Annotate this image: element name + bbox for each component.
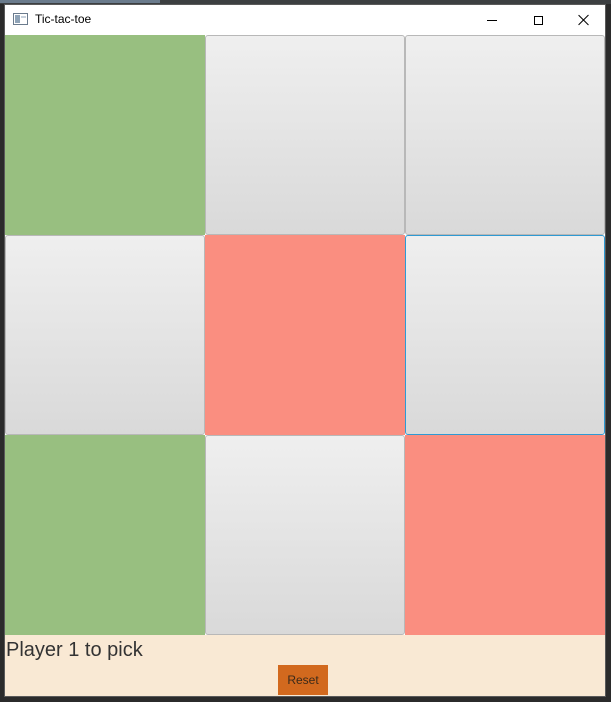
title-bar[interactable]: Tic-tac-toe: [5, 5, 605, 35]
app-window: Tic-tac-toe Player 1 to pick Reset: [4, 4, 606, 697]
reset-button[interactable]: Reset: [278, 665, 328, 695]
cell-r1-c3[interactable]: [405, 35, 605, 235]
cell-r2-c1[interactable]: [5, 235, 205, 435]
cell-r3-c2[interactable]: [205, 435, 405, 635]
minimize-icon: [487, 19, 497, 21]
cell-r2-c2[interactable]: [205, 235, 405, 435]
maximize-button[interactable]: [515, 5, 561, 35]
close-button[interactable]: [561, 5, 605, 35]
turn-status-text: Player 1 to pick: [6, 639, 143, 661]
close-icon: [578, 14, 590, 26]
cell-r3-c1[interactable]: [5, 435, 205, 635]
cell-r2-c3[interactable]: [405, 235, 605, 435]
cell-r1-c2[interactable]: [205, 35, 405, 235]
window-title: Tic-tac-toe: [35, 12, 92, 26]
cell-r3-c3[interactable]: [405, 435, 605, 635]
window-app-icon: [13, 13, 28, 25]
status-bar: Player 1 to pick Reset: [5, 635, 605, 696]
cell-r1-c1[interactable]: [5, 35, 205, 235]
maximize-icon: [533, 15, 543, 25]
minimize-button[interactable]: [469, 5, 515, 35]
game-board: [5, 35, 605, 635]
background-accent: [0, 0, 160, 3]
